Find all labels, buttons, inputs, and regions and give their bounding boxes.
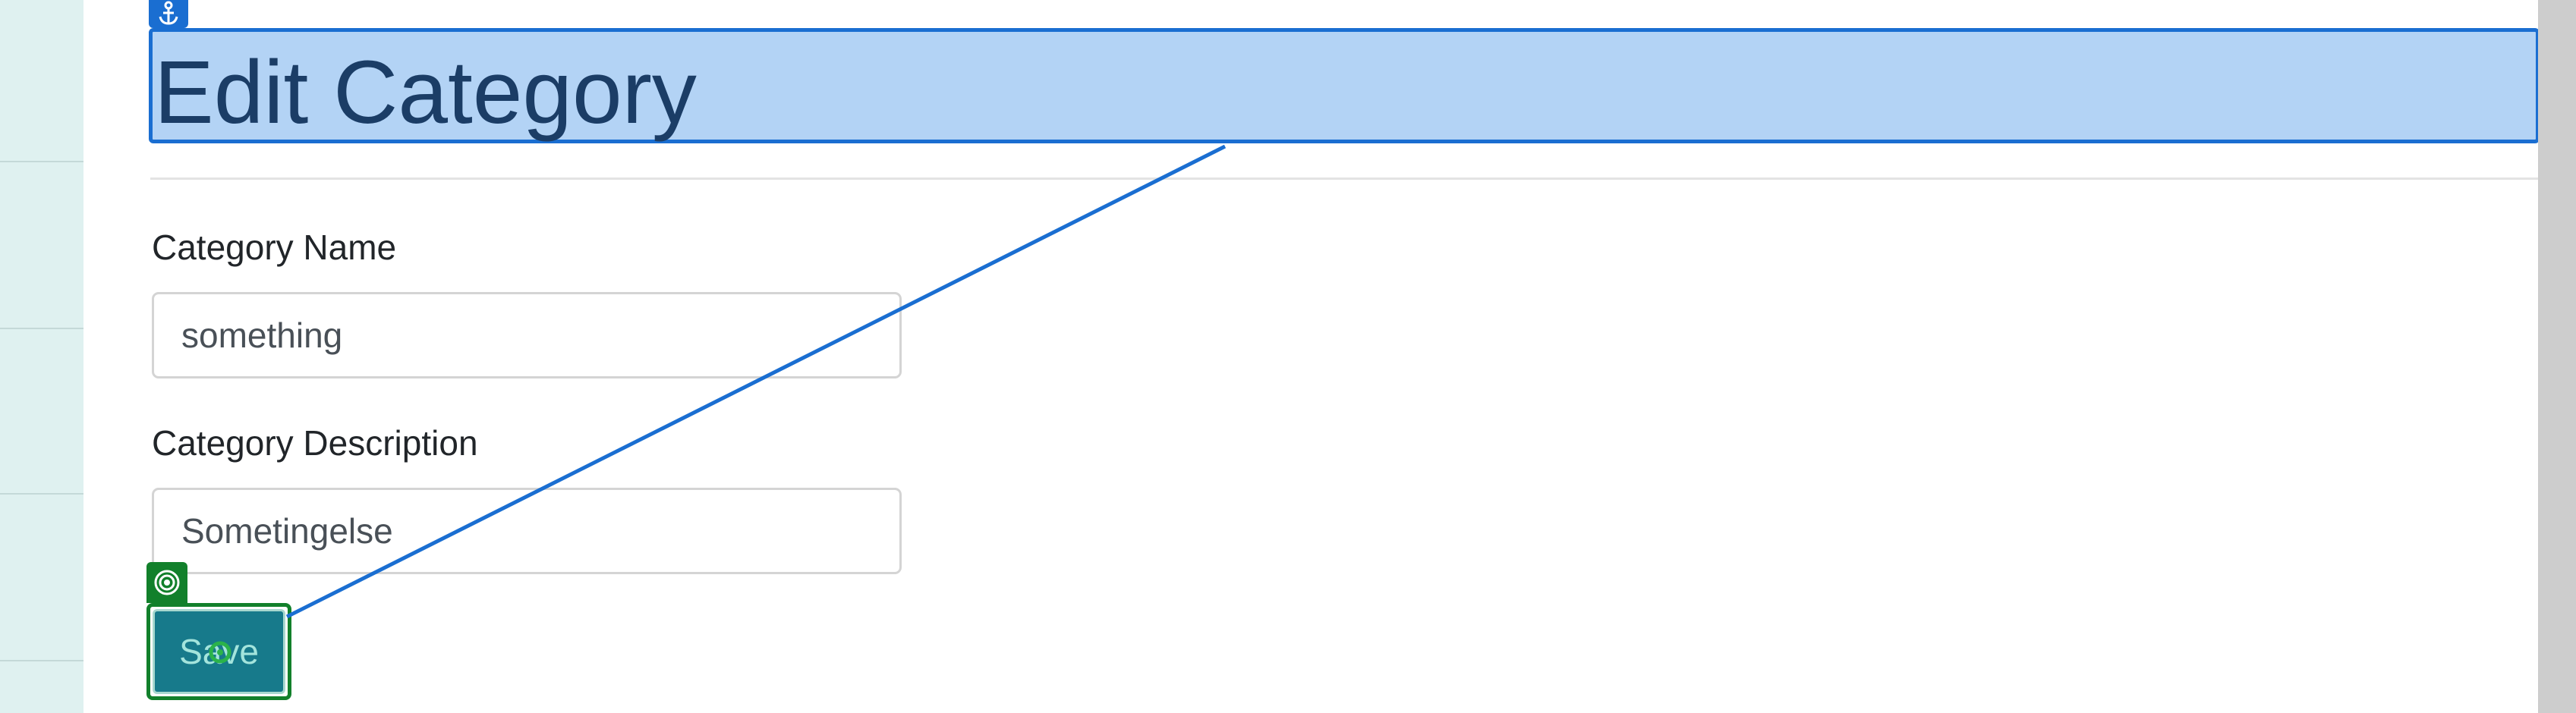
page: Edit Category Category Name Category Des… xyxy=(0,0,2576,713)
sidebar-divider xyxy=(0,161,83,162)
category-description-label: Category Description xyxy=(152,423,478,463)
sidebar-divider xyxy=(0,493,83,495)
category-name-label: Category Name xyxy=(152,228,397,267)
category-description-input[interactable] xyxy=(152,488,902,574)
scrollbar[interactable] xyxy=(2538,0,2576,713)
sidebar-divider xyxy=(0,660,83,661)
save-button[interactable]: Save xyxy=(153,609,285,694)
category-name-input[interactable] xyxy=(152,292,902,378)
heading-divider xyxy=(150,177,2538,180)
anchor-icon xyxy=(159,1,178,25)
page-title: Edit Category xyxy=(154,42,697,143)
target-badge xyxy=(146,562,187,603)
anchor-badge xyxy=(149,0,188,28)
sidebar-divider xyxy=(0,328,83,329)
target-icon xyxy=(154,570,180,595)
sidebar xyxy=(0,0,83,713)
